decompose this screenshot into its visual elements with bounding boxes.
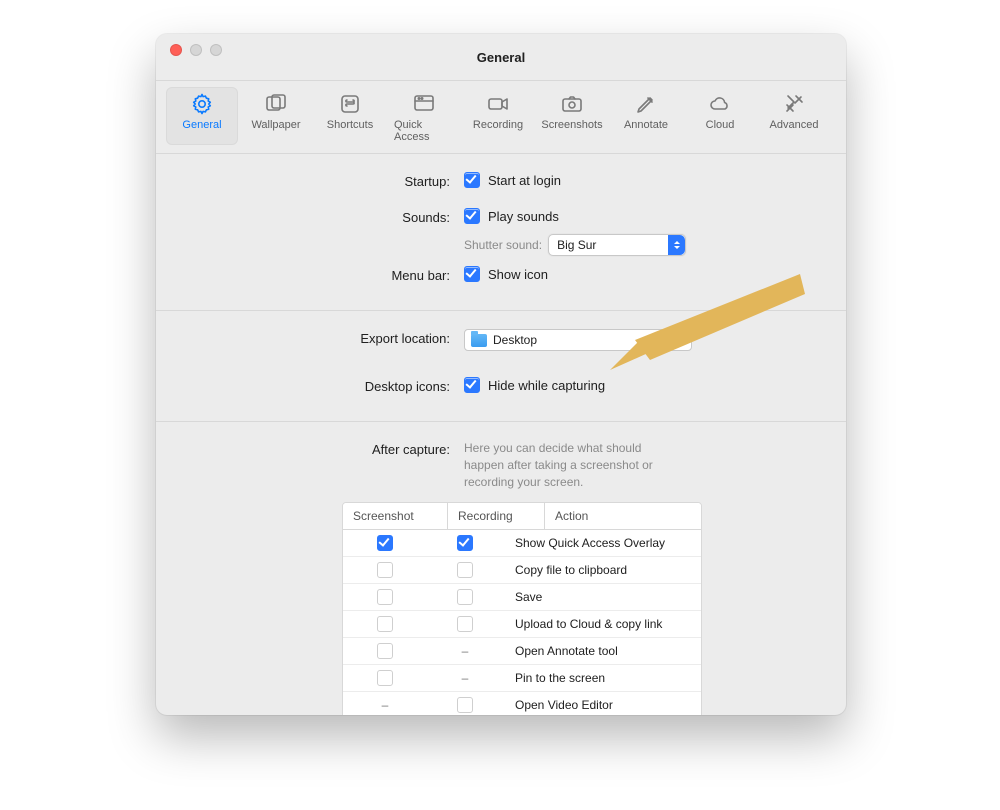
annotate-icon: [632, 91, 660, 117]
tab-screenshots[interactable]: Screenshots: [536, 87, 608, 145]
row5-action-label: Pin to the screen: [503, 671, 701, 685]
dropdown-caret-icon: [675, 330, 685, 350]
tab-general[interactable]: General: [166, 87, 238, 145]
section-after-capture: After capture: Here you can decide what …: [156, 422, 846, 715]
row5-recording-disabled: –: [458, 671, 472, 685]
row1-screenshot-checkbox[interactable]: [377, 562, 393, 578]
row2-action-label: Save: [503, 590, 701, 604]
tab-shortcuts[interactable]: Shortcuts: [314, 87, 386, 145]
table-row: – Pin to the screen: [343, 665, 701, 692]
tab-label: Advanced: [770, 119, 819, 131]
tab-quick-access[interactable]: Quick Access: [388, 87, 460, 145]
table-header: Screenshot Recording Action: [343, 503, 701, 530]
tab-label: Annotate: [624, 119, 668, 131]
row6-recording-checkbox[interactable]: [457, 697, 473, 713]
export-location-label: Export location:: [180, 329, 450, 346]
header-screenshot[interactable]: Screenshot: [343, 503, 448, 529]
row4-screenshot-checkbox[interactable]: [377, 643, 393, 659]
start-at-login-text: Start at login: [488, 173, 561, 188]
gear-icon: [188, 91, 216, 117]
row1-recording-checkbox[interactable]: [457, 562, 473, 578]
section-export: Export location: Desktop Desktop icons:: [156, 311, 846, 422]
export-location-value: Desktop: [493, 333, 537, 347]
dropdown-caret-icon: [668, 235, 685, 255]
recording-icon: [484, 91, 512, 117]
shutter-sound-select[interactable]: Big Sur: [548, 234, 686, 256]
menubar-label: Menu bar:: [180, 266, 450, 283]
table-row: – Open Annotate tool: [343, 638, 701, 665]
row0-recording-checkbox[interactable]: [457, 535, 473, 551]
folder-icon: [471, 334, 487, 347]
section-general-basic: Startup: Start at login Sounds: Play sou…: [156, 154, 846, 311]
row3-screenshot-checkbox[interactable]: [377, 616, 393, 632]
startup-label: Startup:: [180, 172, 450, 189]
row0-action-label: Show Quick Access Overlay: [503, 536, 701, 550]
after-capture-label: After capture:: [180, 440, 450, 457]
row4-recording-disabled: –: [458, 644, 472, 658]
tab-advanced[interactable]: Advanced: [758, 87, 830, 145]
row3-recording-checkbox[interactable]: [457, 616, 473, 632]
sounds-label: Sounds:: [180, 208, 450, 225]
play-sounds-text: Play sounds: [488, 209, 559, 224]
tab-label: Cloud: [706, 119, 735, 131]
titlebar: General: [156, 34, 846, 81]
row1-action-label: Copy file to clipboard: [503, 563, 701, 577]
wallpaper-icon: [262, 91, 290, 117]
after-capture-table: Screenshot Recording Action Show Quick A…: [342, 502, 702, 715]
row6-action-label: Open Video Editor: [503, 698, 701, 712]
content-area: Startup: Start at login Sounds: Play sou…: [156, 154, 846, 715]
table-row: Upload to Cloud & copy link: [343, 611, 701, 638]
shutter-sound-label: Shutter sound:: [464, 238, 542, 252]
tab-recording[interactable]: Recording: [462, 87, 534, 145]
table-row: Save: [343, 584, 701, 611]
tab-label: Screenshots: [541, 119, 602, 131]
tab-about[interactable]: About: [832, 87, 846, 145]
desktop-icons-label: Desktop icons:: [180, 377, 450, 394]
window-title: General: [156, 34, 846, 80]
row2-recording-checkbox[interactable]: [457, 589, 473, 605]
tab-label: Shortcuts: [327, 119, 373, 131]
table-row: Copy file to clipboard: [343, 557, 701, 584]
screenshots-icon: [558, 91, 586, 117]
row2-screenshot-checkbox[interactable]: [377, 589, 393, 605]
cloud-icon: [706, 91, 734, 117]
after-capture-help: Here you can decide what should happen a…: [464, 440, 674, 490]
preferences-toolbar: General Wallpaper Shor: [156, 81, 846, 154]
start-at-login-checkbox[interactable]: [464, 172, 480, 188]
preferences-window: General General: [156, 34, 846, 715]
play-sounds-checkbox[interactable]: [464, 208, 480, 224]
tab-label: Wallpaper: [251, 119, 300, 131]
row3-action-label: Upload to Cloud & copy link: [503, 617, 701, 631]
row5-screenshot-checkbox[interactable]: [377, 670, 393, 686]
show-icon-text: Show icon: [488, 267, 548, 282]
tab-label: General: [182, 119, 221, 131]
table-row: Show Quick Access Overlay: [343, 530, 701, 557]
export-location-select[interactable]: Desktop: [464, 329, 692, 351]
shutter-sound-value: Big Sur: [557, 238, 596, 252]
row0-screenshot-checkbox[interactable]: [377, 535, 393, 551]
advanced-icon: [780, 91, 808, 117]
quickaccess-icon: [410, 91, 438, 117]
row6-screenshot-disabled: –: [378, 698, 392, 712]
header-recording[interactable]: Recording: [448, 503, 545, 529]
shortcuts-icon: [336, 91, 364, 117]
tab-wallpaper[interactable]: Wallpaper: [240, 87, 312, 145]
table-row: – Open Video Editor: [343, 692, 701, 715]
row4-action-label: Open Annotate tool: [503, 644, 701, 658]
tab-label: Recording: [473, 119, 523, 131]
tab-cloud[interactable]: Cloud: [684, 87, 756, 145]
tab-annotate[interactable]: Annotate: [610, 87, 682, 145]
header-action[interactable]: Action: [545, 503, 701, 529]
hide-while-capturing-checkbox[interactable]: [464, 377, 480, 393]
hide-while-capturing-text: Hide while capturing: [488, 378, 605, 393]
tab-label: Quick Access: [394, 119, 454, 143]
show-icon-checkbox[interactable]: [464, 266, 480, 282]
